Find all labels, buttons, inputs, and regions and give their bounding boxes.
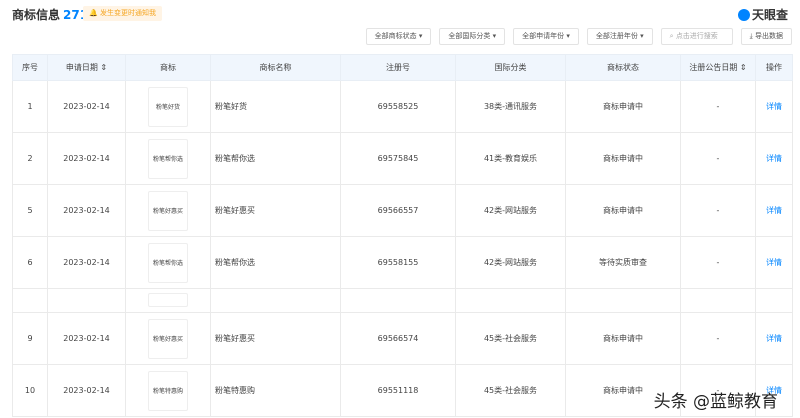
intl-class: 42类-网站服务 xyxy=(455,236,566,289)
download-icon: ⤓ xyxy=(749,32,753,40)
title-text: 商标信息 xyxy=(12,8,61,22)
logo-text: 天眼查 xyxy=(751,8,788,22)
reg-number: 69551118 xyxy=(340,364,456,417)
trademark-image[interactable]: 粉笔帮你选 xyxy=(148,242,188,283)
notify-button[interactable]: 🔔 发生变更时通知我 xyxy=(83,6,162,21)
apply-date: 2023-02-14 xyxy=(47,312,126,365)
pub-date: - xyxy=(680,312,756,365)
export-button[interactable]: ⤓ 导出数据 xyxy=(740,28,792,45)
table-row: 5 2023-02-14 粉笔好惠买 粉笔好惠买 69566557 42类-网站… xyxy=(12,184,793,237)
apply-date: 2023-02-14 xyxy=(47,236,126,289)
row-number: 10 xyxy=(12,364,48,417)
tianyancha-logo: 天眼查 xyxy=(737,6,788,23)
trademark-status: 商标申请中 xyxy=(565,184,681,237)
pub-date: - xyxy=(680,184,756,237)
column-header: 注册号 xyxy=(340,54,456,81)
column-header: 序号 xyxy=(12,54,48,81)
column-header: 商标 xyxy=(125,54,211,81)
column-header: 商标状态 xyxy=(565,54,681,81)
row-number: 2 xyxy=(12,132,48,185)
trademark-name: 粉笔帮你选 xyxy=(210,236,341,289)
trademark-name: 粉笔帮你选 xyxy=(210,132,341,185)
trademark-image[interactable]: 粉笔好货 xyxy=(148,86,188,127)
reg-number: 69575845 xyxy=(340,132,456,185)
row-number: 9 xyxy=(12,312,48,365)
reg-number: 69566574 xyxy=(340,312,456,365)
table-row: 2 2023-02-14 粉笔帮你选 粉笔帮你选 69575845 41类-教育… xyxy=(12,132,793,185)
trademark-status: 等待实质审查 xyxy=(565,236,681,289)
detail-link[interactable]: 详情 xyxy=(755,80,793,133)
detail-link[interactable]: 详情 xyxy=(755,184,793,237)
apply-date: 2023-02-14 xyxy=(47,132,126,185)
pub-date: - xyxy=(680,236,756,289)
trademark-table: 序号 申请日期 ⇕ 商标 商标名称 注册号 国际分类 商标状态 注册公告日期 ⇕ 操作 1 20… xyxy=(12,54,793,417)
search-placeholder: 点击进行搜索 xyxy=(675,32,718,40)
column-header: 国际分类 xyxy=(455,54,566,81)
filter-apply-year-dropdown[interactable]: 全部申请年份 ▾ xyxy=(513,28,579,45)
export-label: 导出数据 xyxy=(755,32,783,40)
apply-date: 2023-02-14 xyxy=(47,80,126,133)
column-header: 商标名称 xyxy=(210,54,341,81)
logo-icon xyxy=(737,8,750,21)
column-header[interactable]: 申请日期 ⇕ xyxy=(47,54,126,81)
apply-date: 2023-02-14 xyxy=(47,364,126,417)
trademark-name: 粉笔好惠买 xyxy=(210,184,341,237)
page-title: 商标信息 271 xyxy=(12,6,88,23)
trademark-name: 粉笔特惠购 xyxy=(210,364,341,417)
table-row: 9 2023-02-14 粉笔好惠买 粉笔好惠买 69566574 45类-社会… xyxy=(12,312,793,365)
search-input[interactable]: ⌕ 点击进行搜索 xyxy=(660,28,733,45)
trademark-image[interactable]: 粉笔好惠买 xyxy=(148,318,188,359)
detail-link[interactable]: 详情 xyxy=(755,312,793,365)
trademark-status: 商标申请中 xyxy=(565,80,681,133)
intl-class: 41类-教育娱乐 xyxy=(455,132,566,185)
pub-date: - xyxy=(680,80,756,133)
trademark-image[interactable]: 粉笔特惠购 xyxy=(148,370,188,411)
table-row: 6 2023-02-14 粉笔帮你选 粉笔帮你选 69558155 42类-网站… xyxy=(12,236,793,289)
trademark-image[interactable]: 粉笔帮你选 xyxy=(148,138,188,179)
trademark-status: 商标申请中 xyxy=(565,312,681,365)
intl-class: 45类-社会服务 xyxy=(455,364,566,417)
row-number: 5 xyxy=(12,184,48,237)
trademark-name: 粉笔好惠买 xyxy=(210,312,341,365)
filter-class-dropdown[interactable]: 全部国际分类 ▾ xyxy=(439,28,506,45)
intl-class: 42类-网站服务 xyxy=(455,184,566,237)
pub-date: - xyxy=(680,132,756,185)
reg-number: 69558155 xyxy=(340,236,456,289)
filter-status-dropdown[interactable]: 全部商标状态 ▾ xyxy=(365,28,432,45)
trademark-status: 商标申请中 xyxy=(565,132,681,185)
table-row: 1 2023-02-14 粉笔好货 粉笔好货 69558525 38类-通讯服务… xyxy=(12,80,793,133)
intl-class: 45类-社会服务 xyxy=(455,312,566,365)
table-row-empty xyxy=(12,288,793,313)
filter-bar: 全部商标状态 ▾ 全部国际分类 ▾ 全部申请年份 ▾ 全部注册年份 ▾ ⌕ 点击… xyxy=(365,28,792,45)
notify-label: 发生变更时通知我 xyxy=(99,9,156,17)
reg-number: 69558525 xyxy=(340,80,456,133)
trademark-name: 粉笔好货 xyxy=(210,80,341,133)
row-number: 1 xyxy=(12,80,48,133)
bell-icon: 🔔 xyxy=(89,9,98,17)
column-header[interactable]: 注册公告日期 ⇕ xyxy=(680,54,756,81)
filter-reg-year-dropdown[interactable]: 全部注册年份 ▾ xyxy=(586,28,653,45)
apply-date: 2023-02-14 xyxy=(47,184,126,237)
detail-link[interactable]: 详情 xyxy=(755,132,793,185)
intl-class: 38类-通讯服务 xyxy=(455,80,566,133)
row-number: 6 xyxy=(12,236,48,289)
trademark-image[interactable]: 粉笔好惠买 xyxy=(148,190,188,231)
detail-link[interactable]: 详情 xyxy=(755,236,793,289)
column-header: 操作 xyxy=(755,54,793,81)
trademark-image xyxy=(148,292,188,307)
watermark: 头条 @蓝鲸教育 xyxy=(653,392,778,412)
search-icon: ⌕ xyxy=(669,32,674,40)
reg-number: 69566557 xyxy=(340,184,456,237)
